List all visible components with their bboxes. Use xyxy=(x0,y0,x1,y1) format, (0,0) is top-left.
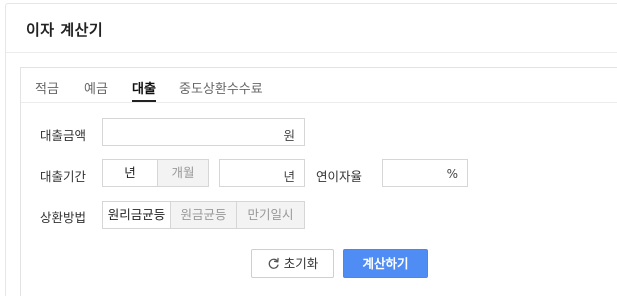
loan-period-unit: 년 xyxy=(283,169,295,184)
tab-deposit[interactable]: 예금 xyxy=(84,78,108,102)
interest-rate-field[interactable]: % xyxy=(382,159,468,187)
tab-bar: 적금 예금 대출 중도상환수수료 xyxy=(21,68,617,103)
interest-rate-label: 연이자율 xyxy=(316,169,363,184)
page-title: 이자 계산기 xyxy=(26,21,104,39)
loan-amount-field[interactable]: 원 xyxy=(102,118,305,146)
method-bullet[interactable]: 만기일시 xyxy=(236,202,304,228)
card-header: 이자 계산기 xyxy=(6,4,617,53)
reset-button-label: 초기화 xyxy=(283,256,319,271)
loan-period-label: 대출기간 xyxy=(40,169,87,184)
reset-button[interactable]: 초기화 xyxy=(251,249,334,278)
tab-loan[interactable]: 대출 xyxy=(132,78,156,102)
repayment-method-toggle: 원리금균등 원금균등 만기일시 xyxy=(102,201,305,229)
calculate-button[interactable]: 계산하기 xyxy=(343,249,428,278)
period-unit-toggle: 년 개월 xyxy=(102,159,209,187)
tab-prepayment-fee[interactable]: 중도상환수수료 xyxy=(179,78,263,102)
method-equal-principal[interactable]: 원금균등 xyxy=(170,202,236,228)
interest-rate-unit: % xyxy=(446,167,458,181)
period-unit-year[interactable]: 년 xyxy=(103,160,157,186)
tab-savings[interactable]: 적금 xyxy=(35,78,59,102)
loan-amount-unit: 원 xyxy=(283,128,295,143)
repayment-method-label: 상환방법 xyxy=(40,210,87,225)
method-equal-installment[interactable]: 원리금균등 xyxy=(103,202,170,228)
loan-period-field[interactable]: 년 xyxy=(219,159,305,187)
loan-amount-label: 대출금액 xyxy=(40,128,87,143)
refresh-icon xyxy=(267,252,280,279)
period-unit-month[interactable]: 개월 xyxy=(157,160,208,186)
